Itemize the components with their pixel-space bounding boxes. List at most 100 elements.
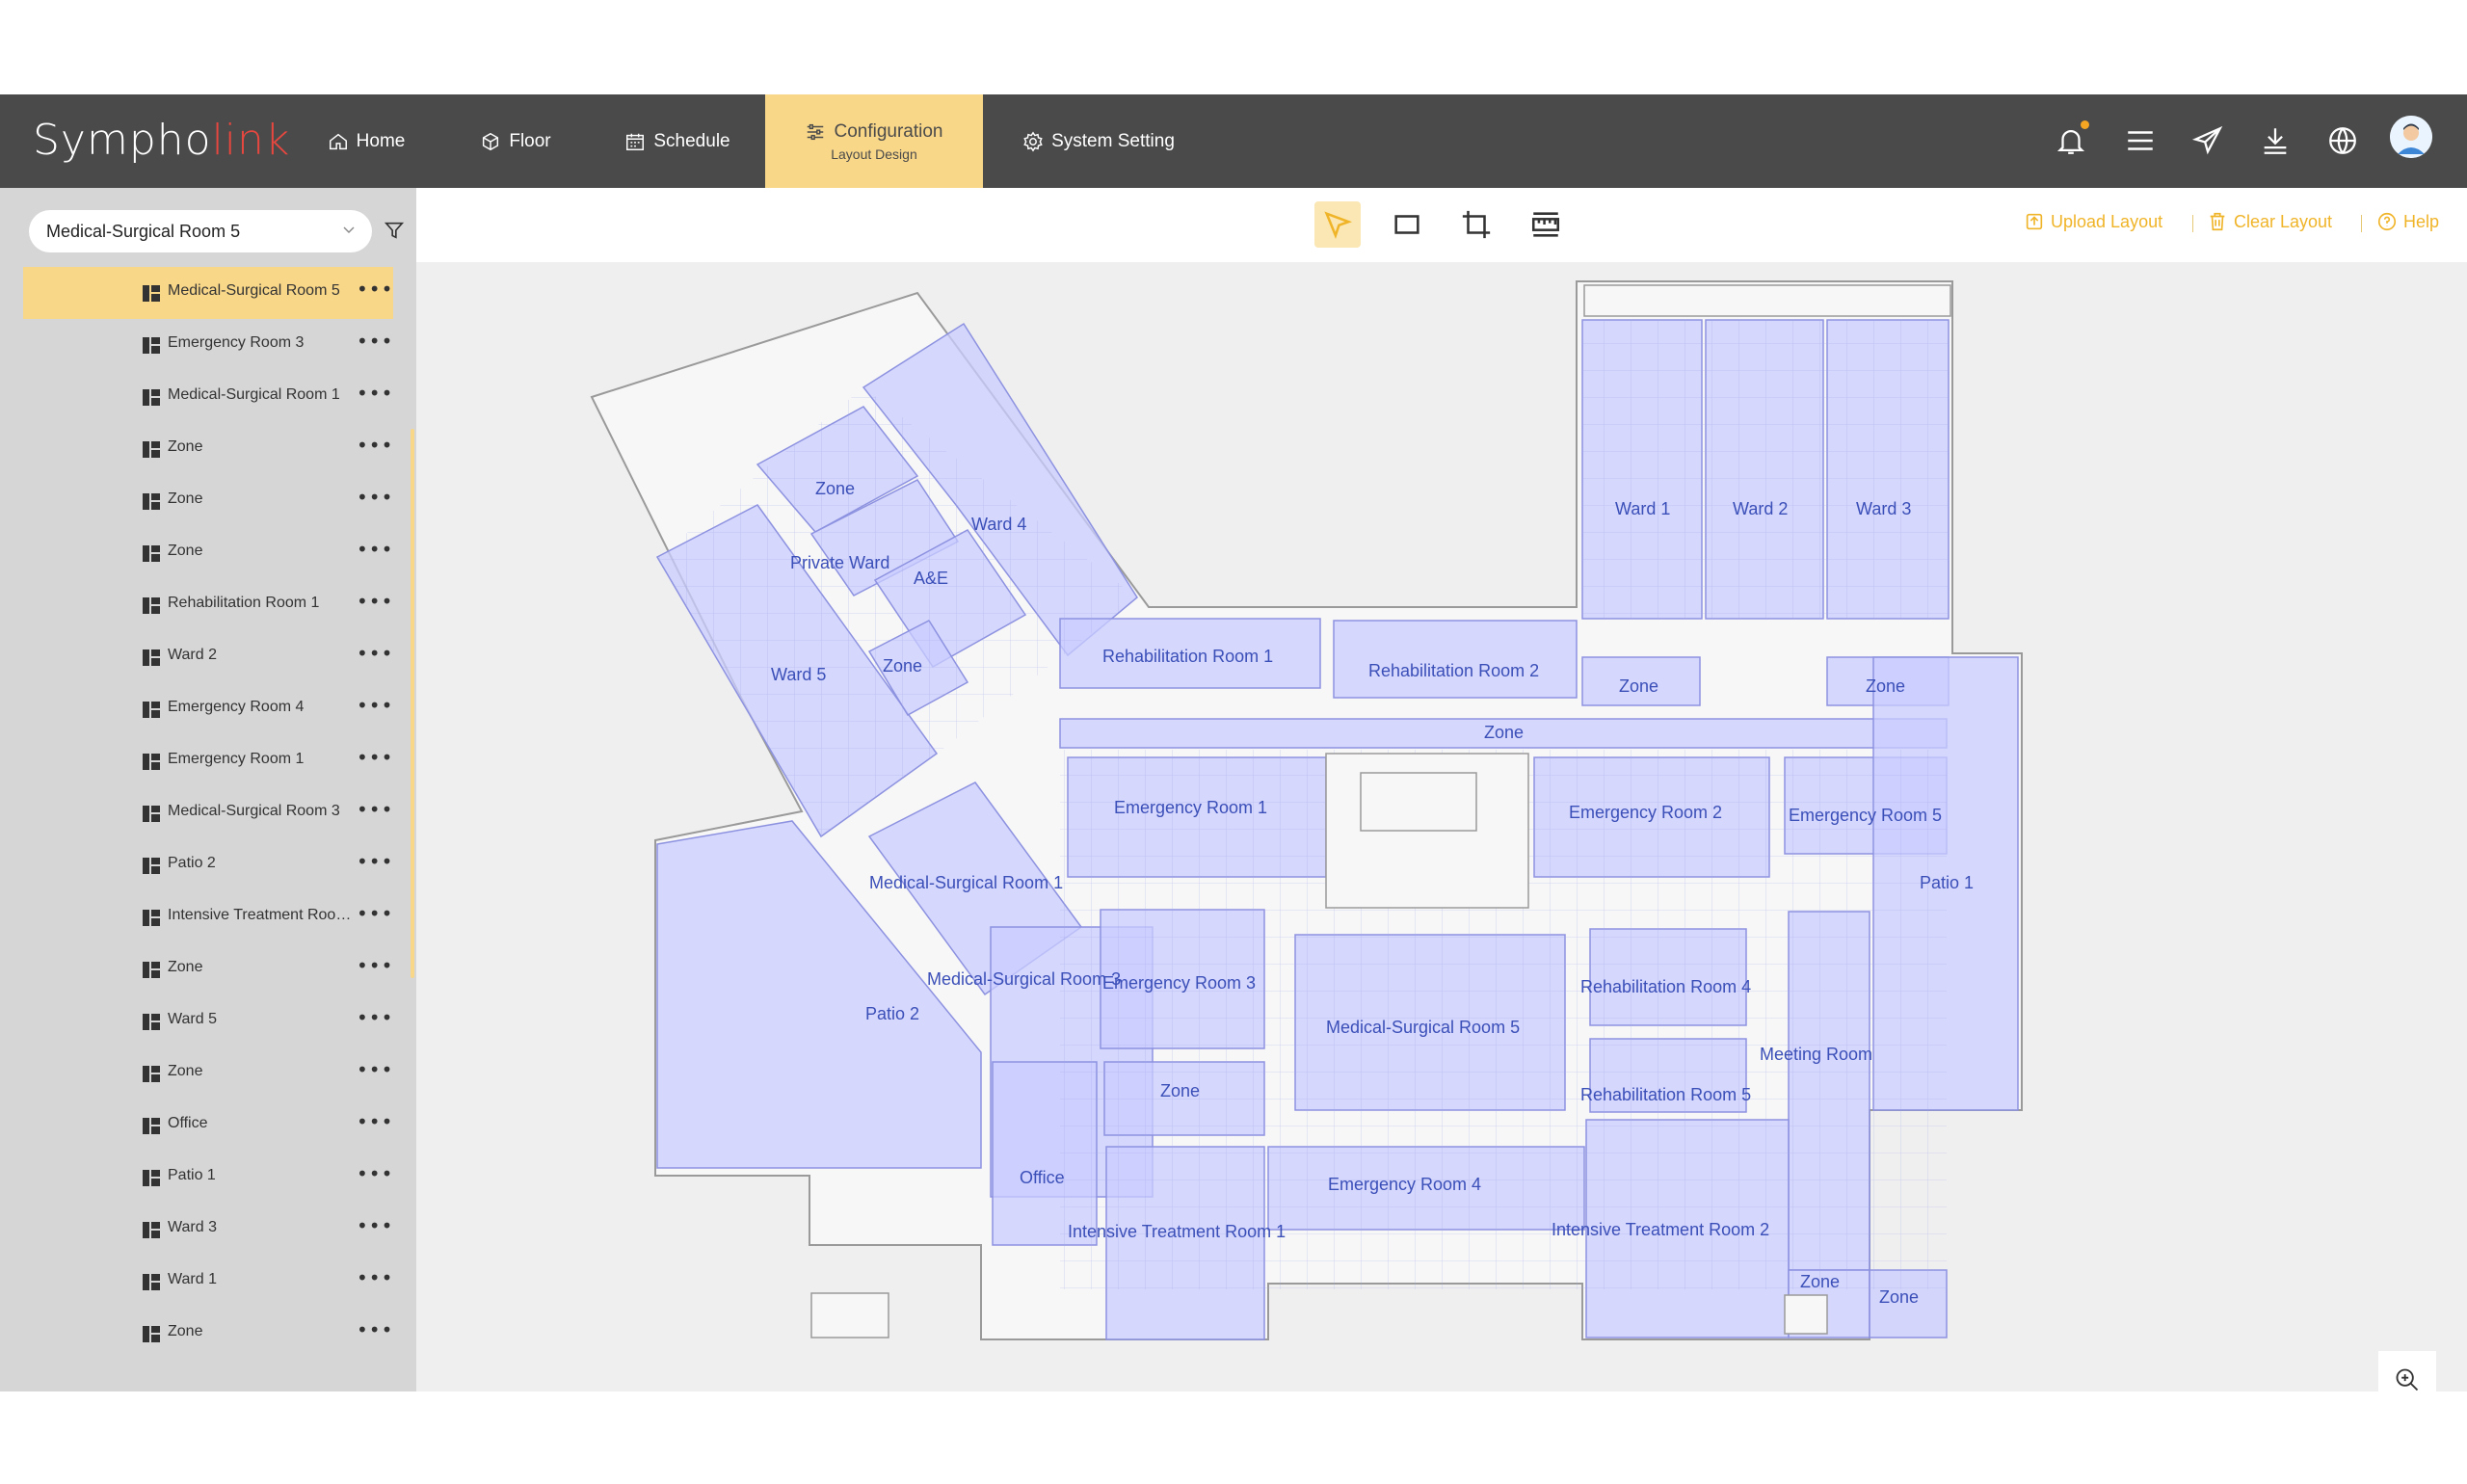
zone-list-item-label: Ward 5 (168, 1011, 217, 1027)
zone-list-item-label: Medical-Surgical Room 3 (168, 803, 340, 819)
more-options-icon[interactable]: ••• (357, 279, 392, 304)
nav-configuration[interactable]: Configuration Layout Design (765, 94, 983, 188)
user-avatar-icon (2390, 116, 2432, 158)
layout-toolbar: Upload Layout Clear Layout Help (416, 188, 2467, 262)
zone-label: Zone (883, 656, 922, 676)
select-tool-icon (1324, 211, 1353, 240)
more-options-icon[interactable]: ••• (357, 488, 392, 512)
layout-icon (143, 493, 160, 510)
nav-schedule[interactable]: Schedule (617, 94, 738, 188)
app-logo[interactable]: Sympholink (33, 116, 290, 166)
layout-canvas[interactable]: Zone Ward 4 Private Ward A&E Ward 5 Zone… (416, 262, 2467, 1391)
upload-layout-button[interactable]: Upload Layout (2024, 211, 2162, 232)
zone-list-item[interactable]: Zone ••• (23, 1308, 393, 1360)
layout-icon (143, 1066, 160, 1082)
zoom-in-button[interactable] (2378, 1351, 2436, 1391)
zone-list-item-label: Rehabilitation Room 1 (168, 595, 320, 611)
select-tool-button[interactable] (1314, 201, 1361, 248)
language-button[interactable] (2322, 120, 2363, 161)
zone-list-item-label: Zone (168, 438, 203, 455)
zone-label: Rehabilitation Room 2 (1368, 661, 1539, 680)
layout-icon (143, 962, 160, 978)
more-options-icon[interactable]: ••• (357, 1320, 392, 1344)
menu-button[interactable] (2120, 120, 2161, 161)
zone-label: Ward 2 (1733, 499, 1788, 518)
more-options-icon[interactable]: ••• (357, 1164, 392, 1188)
download-button[interactable] (2255, 120, 2295, 161)
top-navigation-bar: Sympholink Home Floor Schedule Configura… (0, 94, 2467, 188)
zone-list-item[interactable]: Patio 2 ••• (23, 839, 393, 891)
more-options-icon[interactable]: ••• (357, 1112, 392, 1136)
layout-icon (143, 1326, 160, 1342)
ruler-tool-button[interactable] (1523, 201, 1569, 248)
notification-button[interactable] (2051, 120, 2091, 161)
zone-list-item-label: Patio 1 (168, 1167, 216, 1183)
more-options-icon[interactable]: ••• (357, 852, 392, 876)
zone-list-item-label: Ward 2 (168, 647, 217, 663)
zone-region-rehab2[interactable] (1333, 620, 1578, 699)
zone-label: Meeting Room (1760, 1045, 1872, 1064)
more-options-icon[interactable]: ••• (357, 904, 392, 928)
zone-list-item[interactable]: Intensive Treatment Room 1 ••• (23, 891, 393, 943)
nav-floor[interactable]: Floor (472, 94, 559, 188)
zone-list-item[interactable]: Ward 3 ••• (23, 1204, 393, 1256)
toolbar-divider (2361, 215, 2362, 232)
more-options-icon[interactable]: ••• (357, 956, 392, 980)
zone-label: Medical-Surgical Room 1 (869, 873, 1063, 892)
more-options-icon[interactable]: ••• (357, 384, 392, 408)
zone-list-item[interactable]: Medical-Surgical Room 3 ••• (23, 787, 393, 839)
zone-list-item[interactable]: Emergency Room 3 ••• (23, 319, 393, 371)
zone-list-item[interactable]: Emergency Room 1 ••• (23, 735, 393, 787)
zone-list-item[interactable]: Ward 2 ••• (23, 631, 393, 683)
sidebar-scrollbar[interactable] (411, 429, 414, 978)
globe-icon (2329, 127, 2356, 154)
zone-label: Rehabilitation Room 4 (1580, 977, 1751, 996)
zone-list-item[interactable]: Office ••• (23, 1100, 393, 1152)
sidebar: Medical-Surgical Room 5 Medical-Surgical… (0, 188, 416, 1391)
zone-list-item[interactable]: Zone ••• (23, 943, 393, 995)
user-avatar[interactable] (2390, 116, 2432, 158)
zone-label: Private Ward (790, 553, 889, 572)
more-options-icon[interactable]: ••• (357, 1060, 392, 1084)
zone-list-item[interactable]: Medical-Surgical Room 5 ••• (23, 267, 393, 319)
more-options-icon[interactable]: ••• (357, 436, 392, 460)
zone-list-item[interactable]: Zone ••• (23, 423, 393, 475)
more-options-icon[interactable]: ••• (357, 696, 392, 720)
upload-icon (2026, 213, 2043, 230)
zone-list-item[interactable]: Zone ••• (23, 475, 393, 527)
floor-plan[interactable]: Zone Ward 4 Private Ward A&E Ward 5 Zone… (416, 262, 2467, 1391)
filter-icon[interactable] (384, 220, 405, 241)
rectangle-tool-button[interactable] (1384, 201, 1430, 248)
zone-list-item[interactable]: Medical-Surgical Room 1 ••• (23, 371, 393, 423)
zone-list-item[interactable]: Zone ••• (23, 1047, 393, 1100)
zone-list-item[interactable]: Ward 5 ••• (23, 995, 393, 1047)
more-options-icon[interactable]: ••• (357, 331, 392, 356)
zone-label: A&E (914, 569, 948, 588)
more-options-icon[interactable]: ••• (357, 1268, 392, 1292)
zone-label: Emergency Room 1 (1114, 798, 1267, 817)
more-options-icon[interactable]: ••• (357, 540, 392, 564)
more-options-icon[interactable]: ••• (357, 592, 392, 616)
crop-tool-button[interactable] (1453, 201, 1499, 248)
nav-system-setting[interactable]: System Setting (1016, 94, 1181, 188)
crop-tool-icon (1462, 210, 1491, 239)
more-options-icon[interactable]: ••• (357, 800, 392, 824)
more-options-icon[interactable]: ••• (357, 1216, 392, 1240)
zone-list-item-label: Emergency Room 4 (168, 699, 305, 715)
zone-list-item[interactable]: Emergency Room 4 ••• (23, 683, 393, 735)
nav-home[interactable]: Home (318, 94, 414, 188)
layout-icon (143, 1170, 160, 1186)
zone-label: Zone (815, 479, 855, 498)
room-select-dropdown[interactable]: Medical-Surgical Room 5 (29, 210, 372, 252)
help-button[interactable]: Help (2376, 211, 2439, 232)
zone-list-item[interactable]: Patio 1 ••• (23, 1152, 393, 1204)
clear-layout-button[interactable]: Clear Layout (2207, 211, 2332, 232)
zone-list-item[interactable]: Zone ••• (23, 527, 393, 579)
zone-list-item[interactable]: Ward 1 ••• (23, 1256, 393, 1308)
more-options-icon[interactable]: ••• (357, 644, 392, 668)
download-icon (2264, 128, 2287, 154)
more-options-icon[interactable]: ••• (357, 748, 392, 772)
more-options-icon[interactable]: ••• (357, 1008, 392, 1032)
send-button[interactable] (2188, 120, 2228, 161)
zone-list-item[interactable]: Rehabilitation Room 1 ••• (23, 579, 393, 631)
